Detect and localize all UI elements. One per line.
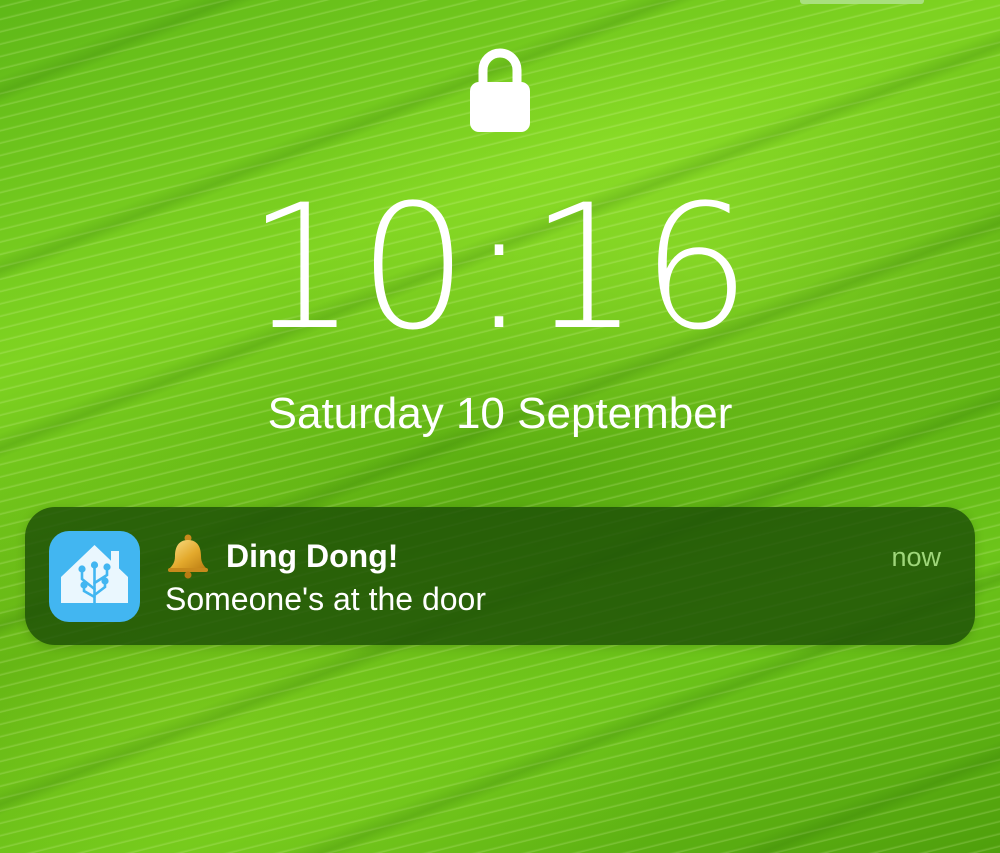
- lockscreen-time: 10:16: [247, 167, 753, 368]
- lockscreen-date: Saturday 10 September: [267, 389, 733, 438]
- bell-icon: [165, 533, 211, 579]
- notification-title: Ding Dong!: [226, 537, 399, 574]
- notification-card[interactable]: Ding Dong! Someone's at the door now: [25, 507, 975, 645]
- notification-title-row: Ding Dong!: [165, 533, 399, 579]
- lock-icon: [469, 45, 531, 133]
- status-bar-indicator: [800, 0, 924, 4]
- notification-body: Someone's at the door: [165, 581, 486, 617]
- home-assistant-icon: [49, 531, 140, 622]
- notification-timestamp: now: [891, 542, 941, 572]
